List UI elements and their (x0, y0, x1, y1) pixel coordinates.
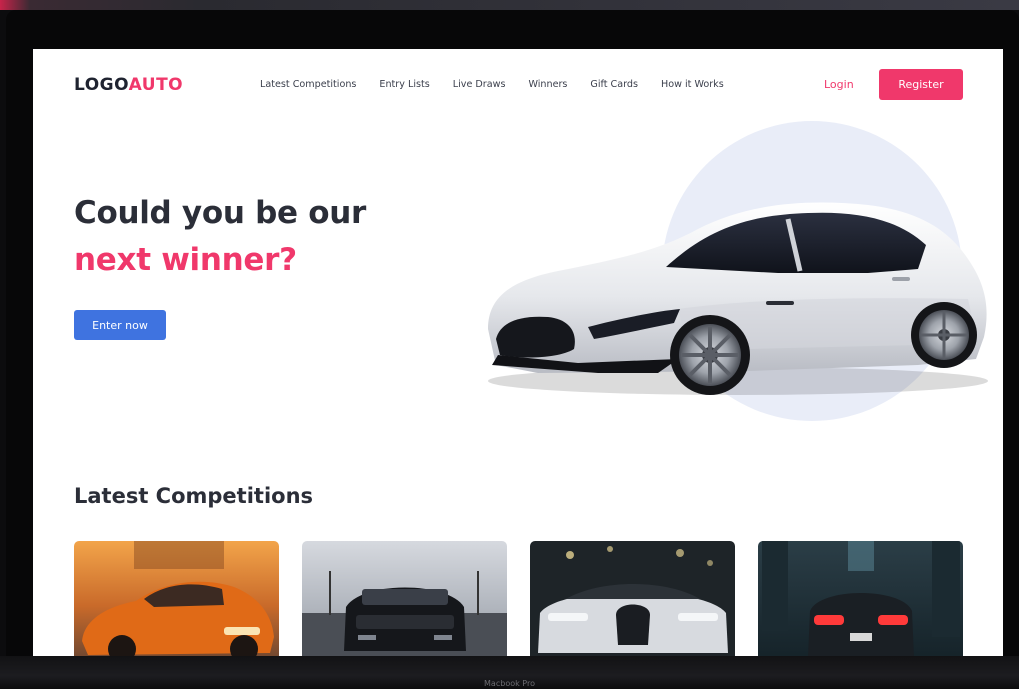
device-caption: Macbook Pro (484, 679, 535, 688)
website-screen: LOGOAUTO Latest Competitions Entry Lists… (33, 49, 1003, 656)
hero-car-image (488, 202, 988, 395)
hero-heading-line1: Could you be our (74, 195, 366, 231)
nav-latest-competitions[interactable]: Latest Competitions (260, 79, 356, 90)
logo-accent: AUTO (128, 75, 184, 95)
black-muscle-car-photo (302, 541, 507, 656)
nav-live-draws[interactable]: Live Draws (453, 79, 506, 90)
hero-heading-line2: next winner? (74, 242, 297, 278)
competition-card-3[interactable] (530, 541, 735, 656)
device-top-edge (0, 0, 1019, 10)
competition-card-4[interactable] (758, 541, 963, 656)
main-nav: Latest Competitions Entry Lists Live Dra… (260, 79, 747, 90)
competition-card-2[interactable] (302, 541, 507, 656)
sports-car-rear-night-photo (758, 541, 963, 656)
nav-how-it-works[interactable]: How it Works (661, 79, 724, 90)
enter-now-button[interactable]: Enter now (74, 310, 166, 340)
orange-sedan-photo (74, 541, 279, 656)
competition-card-1[interactable] (74, 541, 279, 656)
nav-winners[interactable]: Winners (528, 79, 567, 90)
nav-gift-cards[interactable]: Gift Cards (590, 79, 638, 90)
login-link[interactable]: Login (824, 78, 854, 91)
logo-text: LOGO (74, 75, 129, 95)
latest-competitions-heading: Latest Competitions (74, 484, 314, 508)
site-logo[interactable]: LOGOAUTO (74, 75, 183, 95)
white-hypercar-photo (530, 541, 735, 656)
register-button[interactable]: Register (879, 69, 963, 100)
nav-entry-lists[interactable]: Entry Lists (379, 79, 429, 90)
